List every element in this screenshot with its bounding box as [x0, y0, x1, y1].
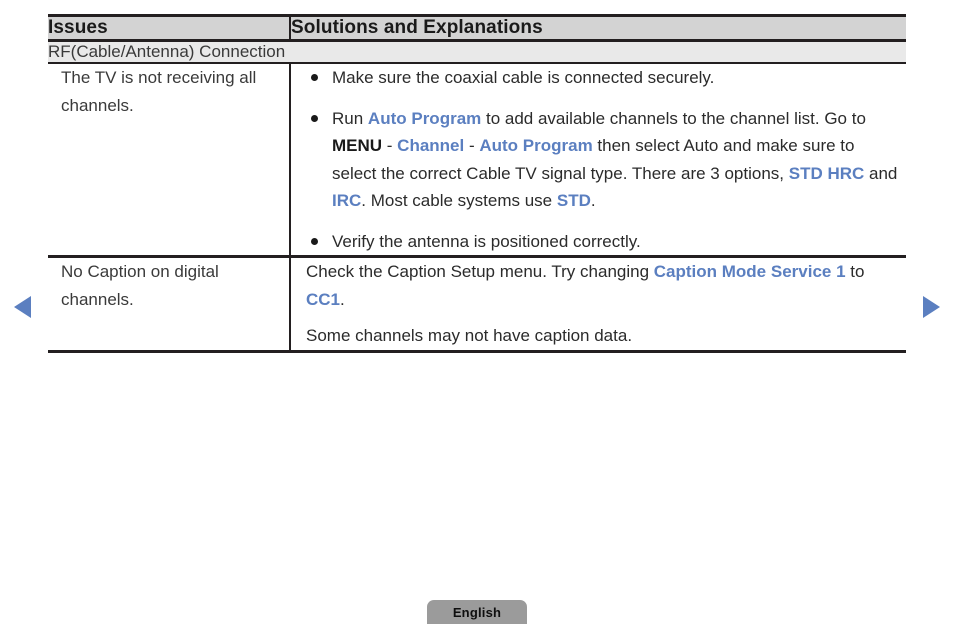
accent-term: CC1 — [306, 289, 341, 309]
text-run: Check the Caption Setup menu. Try changi… — [306, 262, 654, 282]
column-header-solutions: Solutions and Explanations — [289, 14, 906, 42]
language-label: English — [452, 604, 502, 620]
text-run: - — [464, 136, 480, 156]
accent-term: STD HRC — [788, 163, 865, 183]
troubleshooting-table-container: Issues Solutions and Explanations RF(Cab… — [48, 14, 906, 353]
text-run: to add available channels to the channel… — [481, 108, 866, 128]
section-header-row: RF(Cable/Antenna) Connection — [48, 40, 906, 64]
issue-text: The TV is not receiving all channels. — [48, 63, 290, 259]
text-run: Some channels may not have caption data. — [306, 326, 633, 346]
language-tab[interactable]: English — [427, 600, 527, 624]
strong-term: MENU — [332, 136, 383, 156]
table-row: No Caption on digital channels. Check th… — [48, 256, 906, 353]
solution-paragraph: Some channels may not have caption data. — [306, 322, 898, 350]
text-run: . — [340, 289, 345, 309]
accent-term: Channel — [397, 136, 465, 156]
troubleshooting-table: Issues Solutions and Explanations RF(Cab… — [48, 14, 906, 353]
accent-term: STD — [556, 191, 591, 211]
solution-cell: Check the Caption Setup menu. Try changi… — [289, 256, 906, 353]
text-run: . — [590, 191, 596, 211]
issue-text: No Caption on digital channels. — [48, 256, 290, 353]
solution-bullet-list: Make sure the coaxial cable is connected… — [306, 64, 898, 255]
list-item: Run Auto Program to add available channe… — [306, 105, 898, 215]
accent-term: Auto Program — [479, 136, 593, 156]
triangle-left-icon[interactable] — [14, 296, 31, 318]
table-row: The TV is not receiving all channels. Ma… — [48, 63, 906, 259]
accent-term: Caption Mode Service 1 — [653, 262, 846, 282]
column-header-issues: Issues — [48, 14, 290, 42]
section-label: RF(Cable/Antenna) Connection — [48, 40, 906, 64]
text-run: Run — [332, 108, 368, 128]
text-run: Verify the antenna is positioned correct… — [332, 231, 641, 251]
text-run: - — [382, 136, 398, 156]
text-run: and — [864, 163, 898, 183]
text-run: Make sure the coaxial cable is connected… — [332, 68, 715, 87]
text-run: to — [845, 262, 865, 282]
list-item: Verify the antenna is positioned correct… — [306, 228, 898, 256]
accent-term: Auto Program — [367, 108, 482, 128]
solution-cell: Make sure the coaxial cable is connected… — [289, 63, 906, 259]
triangle-right-icon[interactable] — [923, 296, 940, 318]
manual-page: Issues Solutions and Explanations RF(Cab… — [0, 0, 954, 624]
accent-term: IRC — [332, 191, 362, 211]
text-run: . Most cable systems use — [361, 191, 557, 211]
table-header-row: Issues Solutions and Explanations — [48, 14, 906, 42]
list-item: Make sure the coaxial cable is connected… — [306, 64, 898, 92]
solution-paragraph: Check the Caption Setup menu. Try changi… — [306, 258, 898, 313]
